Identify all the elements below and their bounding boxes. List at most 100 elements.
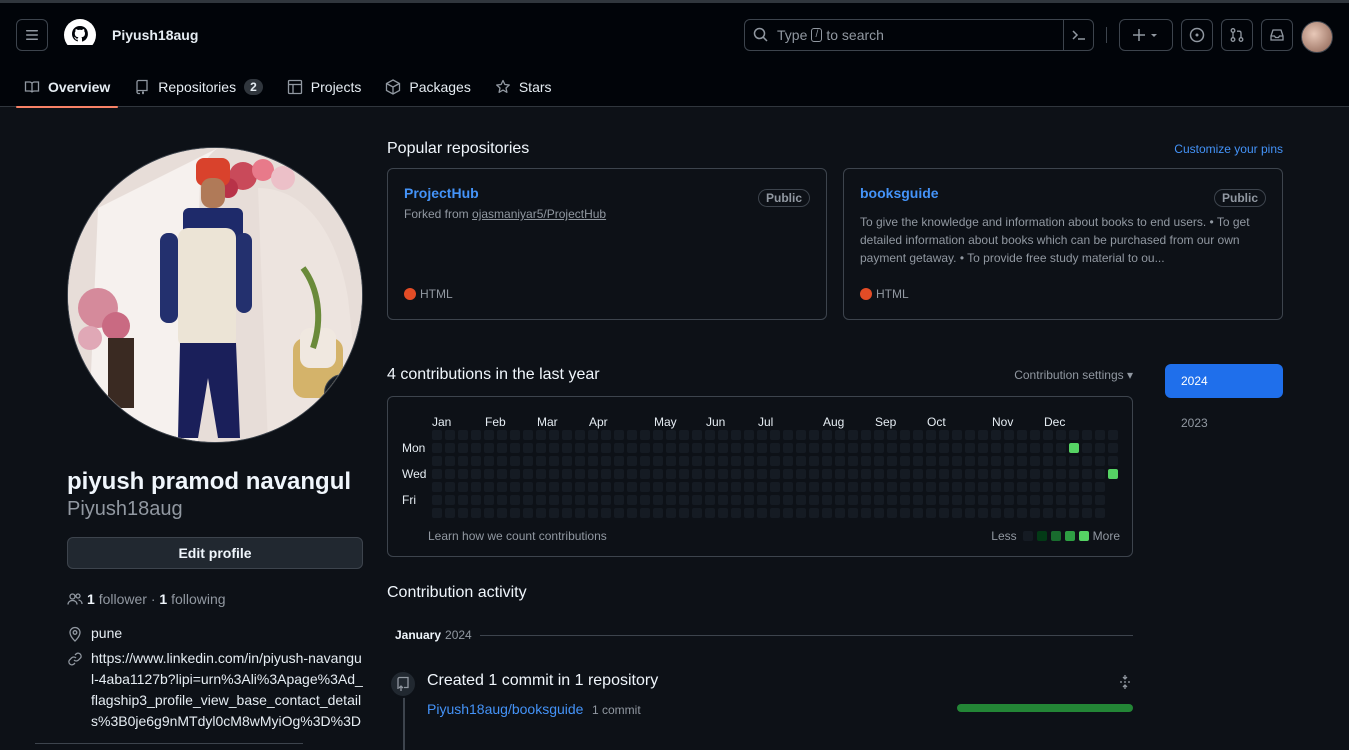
contribution-day-cell[interactable]	[822, 443, 832, 453]
contribution-day-cell[interactable]	[653, 430, 663, 440]
contribution-day-cell[interactable]	[471, 456, 481, 466]
contribution-day-cell[interactable]	[965, 443, 975, 453]
contribution-day-cell[interactable]	[744, 469, 754, 479]
contribution-day-cell[interactable]	[627, 495, 637, 505]
contribution-day-cell[interactable]	[484, 469, 494, 479]
contribution-day-cell[interactable]	[575, 443, 585, 453]
contribution-day-cell[interactable]	[887, 469, 897, 479]
contribution-day-cell[interactable]	[887, 430, 897, 440]
contribution-day-cell[interactable]	[809, 443, 819, 453]
contribution-day-cell[interactable]	[601, 495, 611, 505]
contribution-day-cell[interactable]	[549, 456, 559, 466]
contribution-day-cell[interactable]	[1095, 443, 1105, 453]
contribution-day-cell[interactable]	[848, 430, 858, 440]
year-2023-button[interactable]: 2023	[1165, 406, 1283, 440]
contribution-day-cell[interactable]	[653, 495, 663, 505]
contribution-day-cell[interactable]	[627, 443, 637, 453]
contribution-day-cell[interactable]	[445, 430, 455, 440]
tab-packages[interactable]: Packages	[377, 67, 478, 107]
contribution-day-cell[interactable]	[432, 508, 442, 518]
contribution-day-cell[interactable]	[952, 443, 962, 453]
contribution-day-cell[interactable]	[1004, 482, 1014, 492]
contribution-day-cell[interactable]	[926, 495, 936, 505]
contribution-day-cell[interactable]	[458, 430, 468, 440]
contribution-day-cell[interactable]	[523, 508, 533, 518]
contribution-day-cell[interactable]	[783, 469, 793, 479]
contribution-day-cell[interactable]	[1056, 430, 1066, 440]
contribution-day-cell[interactable]	[614, 495, 624, 505]
contribution-day-cell[interactable]	[601, 482, 611, 492]
contribution-day-cell[interactable]	[783, 508, 793, 518]
contribution-day-cell[interactable]	[627, 508, 637, 518]
contribution-day-cell[interactable]	[497, 443, 507, 453]
contribution-day-cell[interactable]	[913, 456, 923, 466]
contribution-day-cell[interactable]	[809, 430, 819, 440]
contribution-day-cell[interactable]	[796, 469, 806, 479]
contribution-day-cell[interactable]	[770, 482, 780, 492]
contribution-day-cell[interactable]	[1095, 456, 1105, 466]
contribution-day-cell[interactable]	[848, 495, 858, 505]
contribution-day-cell[interactable]	[783, 430, 793, 440]
contribution-day-cell[interactable]	[848, 456, 858, 466]
contribution-day-cell[interactable]	[588, 508, 598, 518]
repo-name-link[interactable]: booksguide	[860, 185, 1266, 201]
contribution-day-cell[interactable]	[640, 495, 650, 505]
contribution-day-cell[interactable]	[562, 482, 572, 492]
contribution-day-cell[interactable]	[939, 482, 949, 492]
contribution-day-cell[interactable]	[835, 482, 845, 492]
contribution-day-cell[interactable]	[848, 443, 858, 453]
contribution-day-cell[interactable]	[1056, 456, 1066, 466]
contribution-day-cell[interactable]	[770, 495, 780, 505]
contribution-day-cell[interactable]	[653, 508, 663, 518]
contribution-day-cell[interactable]	[757, 456, 767, 466]
contribution-day-cell[interactable]	[549, 443, 559, 453]
contribution-day-cell[interactable]	[952, 430, 962, 440]
contribution-day-cell[interactable]	[965, 495, 975, 505]
contribution-day-cell[interactable]	[926, 430, 936, 440]
contribution-settings-button[interactable]: Contribution settings ▾	[1014, 368, 1133, 382]
contribution-day-cell[interactable]	[835, 430, 845, 440]
contribution-day-cell[interactable]	[666, 495, 676, 505]
contribution-day-cell[interactable]	[1095, 495, 1105, 505]
contribution-day-cell[interactable]	[575, 469, 585, 479]
contribution-day-cell[interactable]	[497, 430, 507, 440]
contribution-day-cell[interactable]	[627, 469, 637, 479]
contribution-day-cell[interactable]	[783, 443, 793, 453]
contribution-day-cell[interactable]	[822, 430, 832, 440]
contribution-day-cell[interactable]	[653, 456, 663, 466]
contribution-day-cell[interactable]	[1108, 456, 1118, 466]
contribution-day-cell[interactable]	[952, 469, 962, 479]
contribution-day-cell[interactable]	[497, 469, 507, 479]
contribution-day-cell[interactable]	[575, 482, 585, 492]
contribution-day-cell[interactable]	[718, 430, 728, 440]
contribution-day-cell[interactable]	[822, 456, 832, 466]
contribution-day-cell[interactable]	[679, 430, 689, 440]
contribution-day-cell[interactable]	[510, 456, 520, 466]
contribution-day-cell[interactable]	[666, 469, 676, 479]
contribution-day-cell[interactable]	[1069, 495, 1079, 505]
contribution-day-cell[interactable]	[926, 443, 936, 453]
contribution-day-cell[interactable]	[822, 469, 832, 479]
contribution-day-cell[interactable]	[965, 508, 975, 518]
contribution-day-cell[interactable]	[705, 495, 715, 505]
contribution-day-cell[interactable]	[1082, 495, 1092, 505]
contribution-day-cell[interactable]	[458, 482, 468, 492]
contribution-day-cell[interactable]	[848, 508, 858, 518]
contribution-day-cell[interactable]	[1030, 508, 1040, 518]
contribution-day-cell[interactable]	[900, 495, 910, 505]
contribution-day-cell[interactable]	[588, 469, 598, 479]
contribution-day-cell[interactable]	[666, 443, 676, 453]
activity-commit-count[interactable]: 1 commit	[592, 703, 641, 717]
contribution-day-cell[interactable]	[484, 430, 494, 440]
contribution-day-cell[interactable]	[458, 495, 468, 505]
contribution-day-cell[interactable]	[692, 508, 702, 518]
contribution-day-cell[interactable]	[861, 508, 871, 518]
contribution-day-cell[interactable]	[458, 508, 468, 518]
contribution-day-cell[interactable]	[731, 443, 741, 453]
contribution-day-cell[interactable]	[536, 430, 546, 440]
contribution-day-cell[interactable]	[770, 430, 780, 440]
contribution-day-cell[interactable]	[1056, 508, 1066, 518]
contribution-day-cell[interactable]	[718, 443, 728, 453]
contribution-day-cell[interactable]	[523, 443, 533, 453]
contribution-day-cell[interactable]	[666, 508, 676, 518]
